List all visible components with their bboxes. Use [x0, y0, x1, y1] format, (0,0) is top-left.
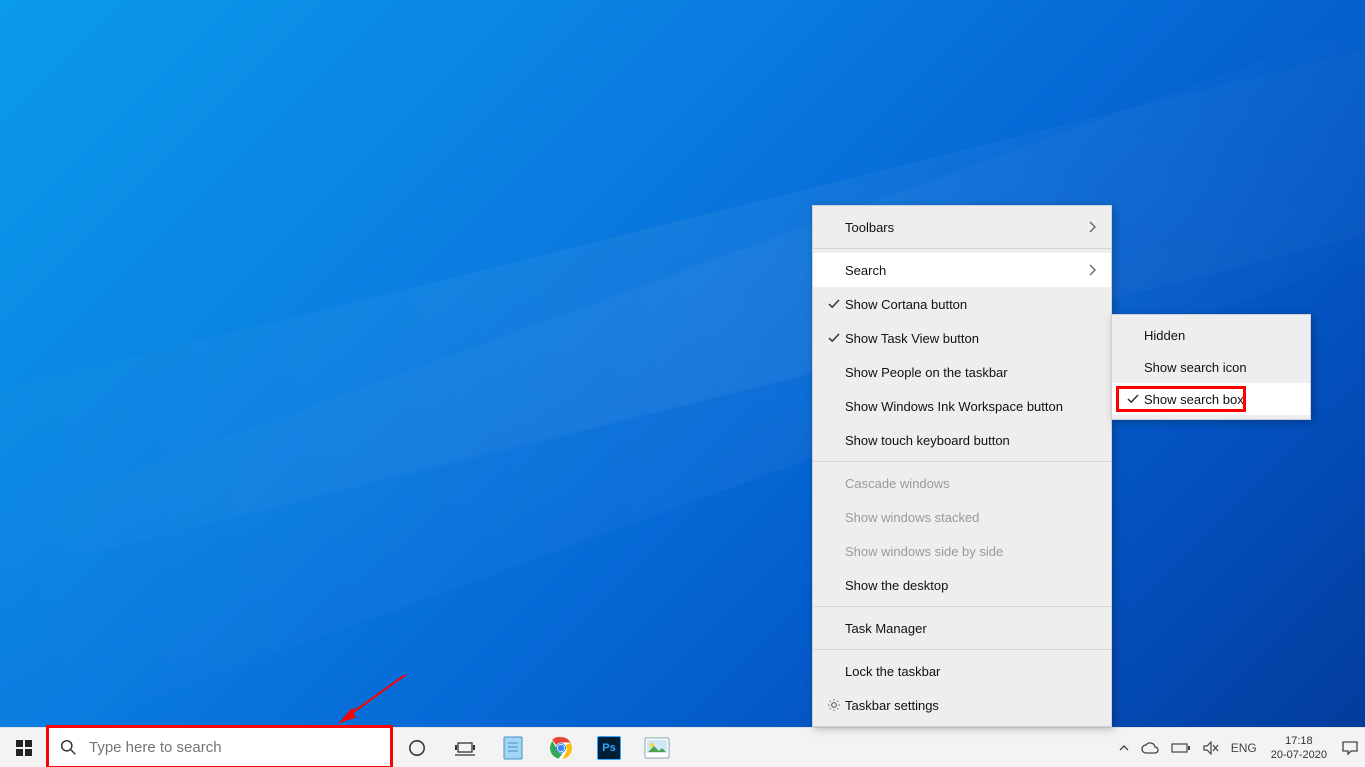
taskbar-app-chrome[interactable]	[537, 728, 585, 767]
battery-icon	[1171, 742, 1191, 754]
check-icon	[823, 298, 845, 310]
taskbar-app-photoshop[interactable]: Ps	[585, 728, 633, 767]
menu-label: Toolbars	[845, 220, 1089, 235]
photo-viewer-icon	[644, 737, 670, 759]
tray-action-center[interactable]	[1335, 728, 1365, 767]
submenu-label: Show search box	[1144, 392, 1244, 407]
tray-overflow[interactable]	[1113, 728, 1135, 767]
menu-label: Taskbar settings	[845, 698, 1097, 713]
start-button[interactable]	[0, 728, 48, 767]
notification-icon	[1341, 740, 1359, 756]
taskbar-app-notepad[interactable]	[489, 728, 537, 767]
task-view-icon	[455, 740, 475, 756]
language-label: ENG	[1231, 741, 1257, 755]
submenu-label: Hidden	[1144, 328, 1185, 343]
search-input[interactable]	[89, 739, 381, 756]
clock-time: 17:18	[1285, 734, 1313, 748]
menu-lock[interactable]: Lock the taskbar	[813, 654, 1111, 688]
menu-label: Show Cortana button	[845, 297, 1097, 312]
submenu-hidden[interactable]: Hidden	[1112, 319, 1310, 351]
menu-label: Lock the taskbar	[845, 664, 1097, 679]
search-icon	[60, 739, 77, 756]
gear-icon	[823, 698, 845, 712]
volume-mute-icon	[1203, 741, 1219, 755]
windows-logo-icon	[16, 740, 32, 756]
check-icon	[1122, 393, 1144, 405]
photoshop-icon: Ps	[597, 736, 621, 760]
clock-date: 20-07-2020	[1271, 748, 1327, 762]
menu-taskview[interactable]: Show Task View button	[813, 321, 1111, 355]
menu-label: Show Windows Ink Workspace button	[845, 399, 1097, 414]
menu-settings[interactable]: Taskbar settings	[813, 688, 1111, 722]
notepad-icon	[500, 735, 526, 761]
annotation-arrow	[330, 670, 410, 730]
menu-label: Show windows side by side	[845, 544, 1097, 559]
taskbar-app-photo-viewer[interactable]	[633, 728, 681, 767]
menu-label: Task Manager	[845, 621, 1097, 636]
taskbar-search-box[interactable]	[48, 728, 393, 767]
task-view-button[interactable]	[441, 728, 489, 767]
menu-separator	[813, 461, 1111, 462]
menu-separator	[813, 248, 1111, 249]
chevron-right-icon	[1089, 264, 1097, 276]
menu-taskmgr[interactable]: Task Manager	[813, 611, 1111, 645]
submenu-label: Show search icon	[1144, 360, 1247, 375]
chevron-up-icon	[1119, 743, 1129, 753]
tray-onedrive[interactable]	[1135, 728, 1165, 767]
menu-toolbars[interactable]: Toolbars	[813, 210, 1111, 244]
chevron-right-icon	[1089, 221, 1097, 233]
menu-people[interactable]: Show People on the taskbar	[813, 355, 1111, 389]
search-submenu: Hidden Show search icon Show search box	[1111, 314, 1311, 420]
cortana-button[interactable]	[393, 728, 441, 767]
menu-label: Show touch keyboard button	[845, 433, 1097, 448]
menu-ink[interactable]: Show Windows Ink Workspace button	[813, 389, 1111, 423]
tray-volume[interactable]	[1197, 728, 1225, 767]
menu-search[interactable]: Search	[813, 253, 1111, 287]
menu-sidebyside: Show windows side by side	[813, 534, 1111, 568]
menu-label: Search	[845, 263, 1089, 278]
menu-label: Show Task View button	[845, 331, 1097, 346]
menu-cascade: Cascade windows	[813, 466, 1111, 500]
taskbar[interactable]: Ps	[0, 727, 1365, 767]
tray-language[interactable]: ENG	[1225, 728, 1263, 767]
cortana-icon	[408, 739, 426, 757]
menu-showdesktop[interactable]: Show the desktop	[813, 568, 1111, 602]
taskbar-context-menu: Toolbars Search Show Cortana button Show…	[812, 205, 1112, 727]
menu-touchkb[interactable]: Show touch keyboard button	[813, 423, 1111, 457]
menu-separator	[813, 649, 1111, 650]
menu-label: Show windows stacked	[845, 510, 1097, 525]
system-tray: ENG 17:18 20-07-2020	[1113, 728, 1365, 767]
cloud-icon	[1141, 742, 1159, 754]
submenu-show-search-box[interactable]: Show search box	[1112, 383, 1310, 415]
menu-separator	[813, 606, 1111, 607]
menu-cortana[interactable]: Show Cortana button	[813, 287, 1111, 321]
tray-clock[interactable]: 17:18 20-07-2020	[1263, 728, 1335, 767]
menu-label: Cascade windows	[845, 476, 1097, 491]
tray-battery[interactable]	[1165, 728, 1197, 767]
menu-label: Show the desktop	[845, 578, 1097, 593]
menu-label: Show People on the taskbar	[845, 365, 1097, 380]
check-icon	[823, 332, 845, 344]
menu-stacked: Show windows stacked	[813, 500, 1111, 534]
chrome-icon	[549, 736, 573, 760]
submenu-show-search-icon[interactable]: Show search icon	[1112, 351, 1310, 383]
